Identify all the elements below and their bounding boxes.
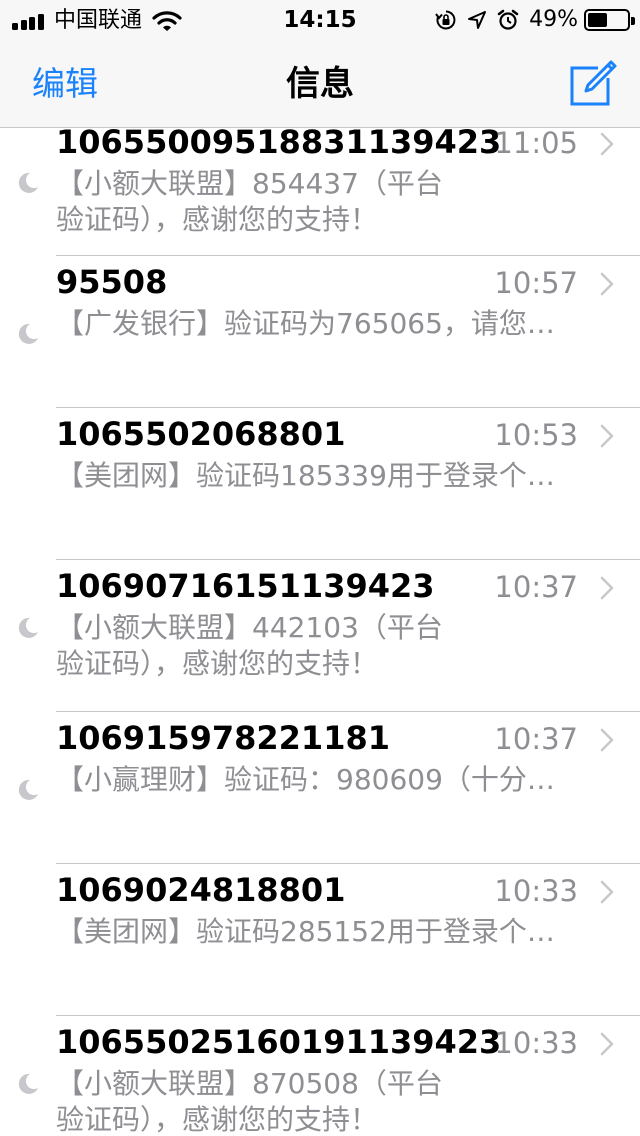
do-not-disturb-moon-icon [18, 323, 38, 344]
preview-line: 【小额大联盟】854437（平台 [56, 167, 443, 200]
conversation-sender: 1069024818801 [56, 871, 346, 909]
preview-line: 【小额大联盟】870508（平台 [56, 1067, 443, 1100]
conversation-sender: 10690716151139423 [56, 567, 435, 605]
conversation-sender: 106915978221181 [56, 719, 390, 757]
chevron-right-icon [600, 272, 614, 296]
preview-line: 验证码），感谢您的支持！ [56, 1103, 379, 1136]
conversation-time: 10:53 [494, 418, 578, 452]
do-not-disturb-moon-icon [18, 779, 38, 800]
battery-percent: 49% [529, 7, 578, 32]
do-not-disturb-moon-icon [18, 172, 38, 193]
chevron-right-icon [600, 880, 614, 904]
conversation-preview: 【小额大联盟】870508（平台 验证码），感谢您的支持！ [56, 1066, 596, 1136]
preview-line: 验证码），感谢您的支持！ [56, 203, 379, 236]
conversation-time: 10:37 [494, 570, 578, 604]
conversation-row[interactable]: 10655025160191139423 10:33 【小额大联盟】870508（平… [0, 1016, 640, 1136]
do-not-disturb-moon-icon [18, 1073, 38, 1094]
chevron-right-icon [600, 1032, 614, 1056]
conversation-row[interactable]: 106915978221181 10:37 【小赢理财】验证码：980609（十分… [0, 712, 640, 864]
conversation-preview: 【美团网】验证码185339用于登录个… [56, 459, 555, 492]
page-title: 信息 [286, 64, 354, 104]
conversation-row[interactable]: 10655009518831139423 11:05 【小额大联盟】854437… [0, 122, 640, 256]
conversation-sender: 10655025160191139423 [56, 1023, 502, 1061]
compose-icon[interactable] [568, 58, 618, 108]
conversation-sender: 10655009518831139423 [56, 123, 502, 161]
battery-level [588, 13, 607, 27]
preview-line: 验证码），感谢您的支持！ [56, 647, 379, 680]
conversation-preview: 【小额大联盟】442103（平台 验证码），感谢您的支持！ [56, 610, 596, 682]
conversation-row[interactable]: 95508 10:57 【广发银行】验证码为765065，请您… [0, 256, 640, 408]
conversation-sender: 1065502068801 [56, 415, 346, 453]
conversation-preview: 【美团网】验证码285152用于登录个… [56, 915, 555, 948]
battery-icon [584, 9, 635, 31]
conversation-row[interactable]: 1069024818801 10:33 【美团网】验证码285152用于登录个… [0, 864, 640, 1016]
do-not-disturb-moon-icon [18, 617, 38, 638]
orientation-lock-icon [435, 10, 456, 30]
status-bar: 中国联通 14:15 49% [0, 0, 640, 40]
alarm-icon [497, 9, 519, 30]
conversation-row[interactable]: 10690716151139423 10:37 【小额大联盟】442103（平台 验证… [0, 560, 640, 712]
conversation-preview: 【小额大联盟】854437（平台 验证码），感谢您的支持！ [56, 166, 596, 238]
conversation-sender: 95508 [56, 263, 168, 301]
navigation-bar: 编辑 信息 [0, 40, 640, 128]
conversation-row[interactable]: 1065502068801 10:53 【美团网】验证码185339用于登录个… [0, 408, 640, 560]
location-icon [468, 11, 487, 29]
conversation-time: 11:05 [494, 126, 578, 160]
conversation-preview: 【小赢理财】验证码：980609（十分… [56, 763, 555, 796]
chevron-right-icon [600, 728, 614, 752]
preview-line: 【小额大联盟】442103（平台 [56, 611, 443, 644]
chevron-right-icon [600, 424, 614, 448]
conversation-time: 10:37 [494, 722, 578, 756]
conversation-time: 10:57 [494, 266, 578, 300]
messages-screen: 10655009518831139423 11:05 【小额大联盟】854437… [0, 0, 640, 1136]
conversation-time: 10:33 [494, 874, 578, 908]
conversation-time: 10:33 [494, 1026, 578, 1060]
chevron-right-icon [600, 576, 614, 600]
chevron-right-icon [600, 132, 614, 156]
conversation-preview: 【广发银行】验证码为765065，请您… [56, 307, 555, 340]
